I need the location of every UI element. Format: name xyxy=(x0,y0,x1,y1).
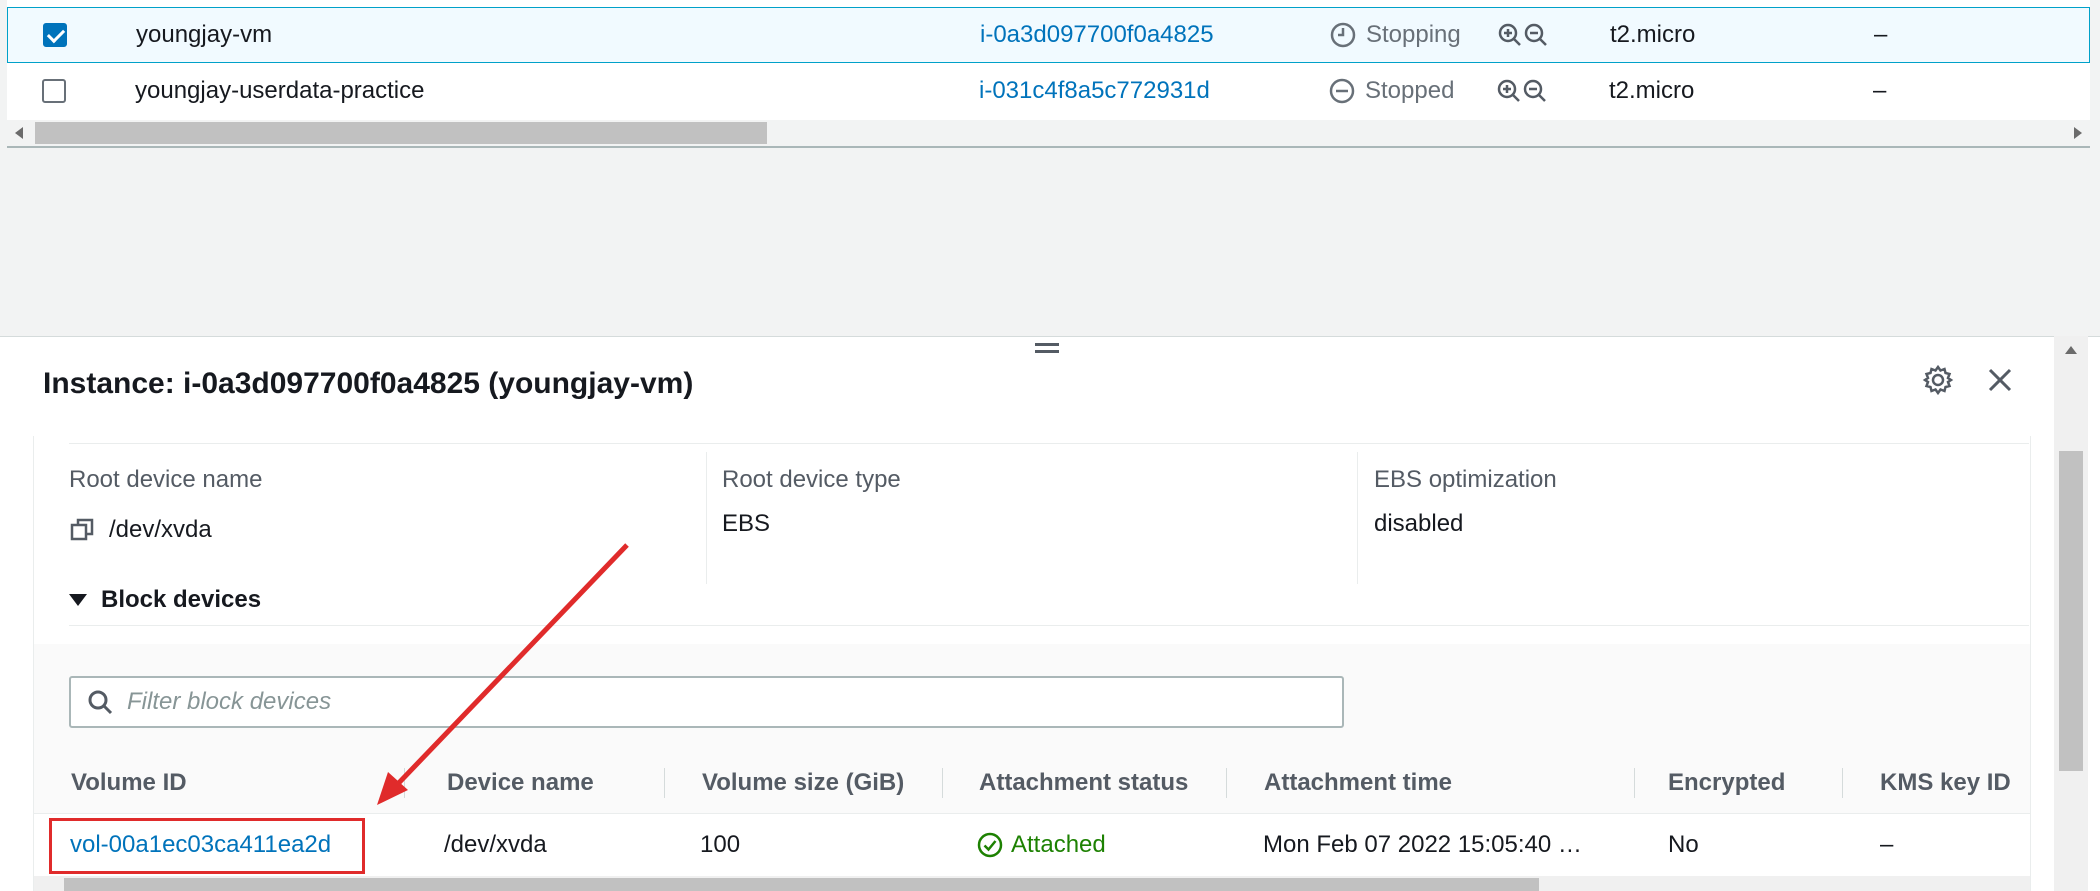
zoom-in-icon[interactable] xyxy=(1498,23,1522,47)
filter-field[interactable] xyxy=(69,676,1344,728)
field-value: /dev/xvda xyxy=(69,516,262,544)
drag-handle-icon[interactable] xyxy=(1035,343,1059,357)
field-value: EBS xyxy=(722,510,771,537)
scroll-left-icon[interactable] xyxy=(15,127,23,139)
ebs-optimization: EBS optimization disabled xyxy=(1374,466,1557,538)
instance-extra: – xyxy=(1873,77,1887,104)
instances-table: youngjay-vm i-0a3d097700f0a4825 Stopping… xyxy=(7,0,2090,148)
instance-state: Stopping xyxy=(1330,21,1461,49)
block-devices-toggle[interactable]: Block devices xyxy=(69,586,261,614)
col-device-name[interactable]: Device name xyxy=(447,752,594,814)
row-checkbox[interactable] xyxy=(43,23,67,47)
field-label: EBS optimization xyxy=(1374,466,1557,493)
col-volume-id[interactable]: Volume ID xyxy=(71,752,187,814)
col-resizer[interactable] xyxy=(404,768,405,798)
instance-extra: – xyxy=(1874,21,1888,48)
col-volume-size[interactable]: Volume size (GiB) xyxy=(702,752,904,814)
gear-icon[interactable] xyxy=(1922,364,1954,396)
col-attachment-time[interactable]: Attachment time xyxy=(1264,752,1452,814)
row-checkbox[interactable] xyxy=(42,79,66,103)
scroll-right-icon[interactable] xyxy=(2074,127,2082,139)
zoom-controls[interactable] xyxy=(1497,79,1547,103)
field-label: Root device type xyxy=(722,466,901,493)
field-value: disabled xyxy=(1374,510,1464,537)
instances-area: youngjay-vm i-0a3d097700f0a4825 Stopping… xyxy=(0,0,2100,340)
instance-type: t2.micro xyxy=(1609,77,1695,104)
block-devices-heading: Block devices xyxy=(101,586,262,613)
col-resizer[interactable] xyxy=(664,768,665,798)
zoom-out-icon[interactable] xyxy=(1524,23,1548,47)
close-icon[interactable] xyxy=(1984,364,2016,396)
check-circle-icon xyxy=(977,832,1003,858)
copy-icon[interactable] xyxy=(69,517,95,543)
scroll-thumb[interactable] xyxy=(64,878,1539,891)
col-encrypted[interactable]: Encrypted xyxy=(1668,752,1785,814)
instance-state: Stopped xyxy=(1329,77,1454,105)
clock-icon xyxy=(1330,22,1356,48)
table-header: Volume ID Device name Volume size (GiB) … xyxy=(34,752,2030,814)
divider xyxy=(706,452,707,584)
horizontal-scrollbar[interactable] xyxy=(34,876,2030,891)
col-kms-key-id[interactable]: KMS key ID xyxy=(1880,752,2011,814)
filter-input[interactable] xyxy=(127,688,1307,716)
attachment-status-label: Attached xyxy=(1011,831,1106,858)
panel-content: Root device name /dev/xvda Root device t… xyxy=(33,436,2031,891)
col-resizer[interactable] xyxy=(1226,768,1227,798)
state-label: Stopping xyxy=(1366,21,1461,48)
zoom-controls[interactable] xyxy=(1498,23,1548,47)
divider xyxy=(1357,452,1358,584)
caret-down-icon xyxy=(69,594,87,606)
root-device-type: Root device type EBS xyxy=(722,466,901,538)
device-name-cell: /dev/xvda xyxy=(444,831,547,858)
volume-size-cell: 100 xyxy=(700,831,741,858)
field-label: Root device name xyxy=(69,466,263,493)
instance-type: t2.micro xyxy=(1610,21,1696,48)
instance-name: youngjay-vm xyxy=(136,21,273,48)
divider xyxy=(69,443,2029,444)
horizontal-scrollbar[interactable] xyxy=(7,120,2090,146)
table-row[interactable]: vol-00a1ec03ca411ea2d /dev/xvda 100 Atta… xyxy=(34,814,2030,876)
search-icon xyxy=(88,690,113,715)
block-devices-table: Volume ID Device name Volume size (GiB) … xyxy=(34,644,2030,891)
col-resizer[interactable] xyxy=(942,768,943,798)
state-label: Stopped xyxy=(1365,77,1455,104)
panel-title: Instance: i-0a3d097700f0a4825 (youngjay-… xyxy=(43,367,694,400)
zoom-out-icon[interactable] xyxy=(1523,79,1547,103)
divider xyxy=(69,625,2029,626)
attachment-status-cell: Attached xyxy=(977,814,1106,876)
table-row[interactable]: youngjay-userdata-practice i-031c4f8a5c7… xyxy=(7,63,2090,119)
col-attachment-status[interactable]: Attachment status xyxy=(979,752,1188,814)
attachment-time-cell: Mon Feb 07 2022 15:05:40 … xyxy=(1263,831,1582,858)
scroll-up-icon[interactable] xyxy=(2065,346,2077,354)
scroll-thumb[interactable] xyxy=(35,122,767,144)
vertical-scrollbar[interactable] xyxy=(2054,336,2088,891)
table-row[interactable]: youngjay-vm i-0a3d097700f0a4825 Stopping… xyxy=(7,7,2090,63)
instance-name: youngjay-userdata-practice xyxy=(135,77,425,104)
scroll-thumb[interactable] xyxy=(2059,451,2083,771)
root-device-name-value: /dev/xvda xyxy=(109,516,212,543)
instance-id-link[interactable]: i-0a3d097700f0a4825 xyxy=(980,21,1214,49)
root-device-name: Root device name /dev/xvda xyxy=(69,466,262,544)
minus-circle-icon xyxy=(1329,78,1355,104)
zoom-in-icon[interactable] xyxy=(1497,79,1521,103)
volume-id-link[interactable]: vol-00a1ec03ca411ea2d xyxy=(70,814,331,876)
kms-key-cell: – xyxy=(1880,831,1894,858)
encrypted-cell: No xyxy=(1668,831,1699,858)
instance-id-link[interactable]: i-031c4f8a5c772931d xyxy=(979,77,1210,105)
col-resizer[interactable] xyxy=(1842,768,1843,798)
col-resizer[interactable] xyxy=(1634,768,1635,798)
